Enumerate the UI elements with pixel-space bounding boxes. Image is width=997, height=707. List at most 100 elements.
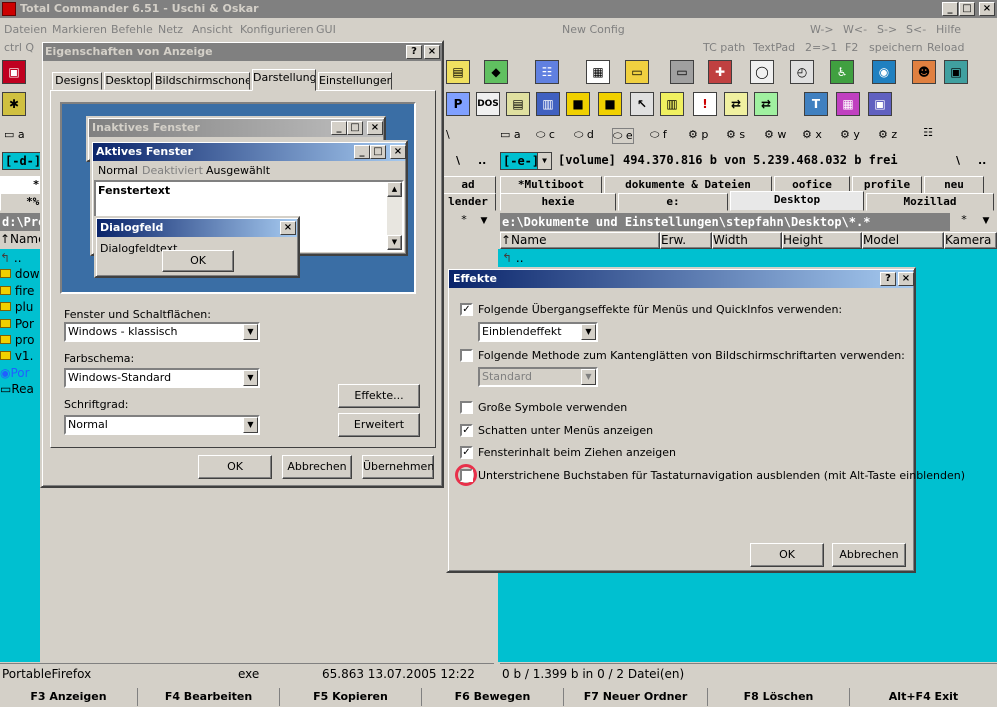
floppy-icon[interactable]: ▣	[2, 60, 26, 84]
list-item[interactable]: dow	[0, 266, 40, 282]
pro-icon[interactable]: P	[446, 92, 470, 116]
menu-item-speichern[interactable]: speichern	[869, 41, 923, 54]
menu-item-dateien[interactable]: Dateien	[4, 23, 47, 36]
drag-content-checkbox[interactable]: ✓	[460, 446, 473, 459]
windows-style-select[interactable]: Windows - klassisch ▼	[64, 322, 260, 342]
apply-button[interactable]: Übernehmen	[362, 455, 434, 479]
menu-item-ansicht[interactable]: Ansicht	[192, 23, 233, 36]
drive-a[interactable]: ▭ a	[500, 128, 521, 141]
menu-item-f2[interactable]: F2	[845, 41, 858, 54]
menu-item-konfigurieren[interactable]: Konfigurieren	[240, 23, 314, 36]
tab-settings[interactable]: Einstellungen	[318, 72, 392, 90]
sync-icon[interactable]: ⇄	[724, 92, 748, 116]
menu-item-2to1[interactable]: 2=>1	[805, 41, 837, 54]
menu-item-netz[interactable]: Netz	[158, 23, 183, 36]
col-model[interactable]: Model	[862, 232, 944, 249]
drive-e[interactable]: ⬭ e	[612, 128, 634, 144]
tab-desktop[interactable]: Desktop	[104, 72, 152, 90]
computer-icon[interactable]: ▭	[670, 60, 694, 84]
col-name[interactable]: ↑Name	[500, 232, 660, 249]
menu-item-befehle[interactable]: Befehle	[111, 23, 153, 36]
f7-new-folder-button[interactable]: F7 Neuer Ordner	[564, 688, 708, 706]
f3-view-button[interactable]: F3 Anzeigen	[0, 688, 138, 706]
tools-icon[interactable]: ✚	[708, 60, 732, 84]
right-tab-neu[interactable]: neu	[924, 176, 984, 194]
col-kamera[interactable]: Kamera	[944, 232, 997, 249]
font-smoothing-checkbox[interactable]	[460, 349, 473, 362]
right-drive-combo[interactable]: [-e-] ▼	[500, 152, 552, 170]
cube-icon[interactable]: ■	[566, 92, 590, 116]
printer-icon[interactable]: ▤	[506, 92, 530, 116]
color-scheme-select[interactable]: Windows-Standard ▼	[64, 368, 260, 388]
hide-underline-checkbox[interactable]	[460, 469, 473, 482]
f8-delete-button[interactable]: F8 Löschen	[708, 688, 850, 706]
dos-icon[interactable]: DOS	[476, 92, 500, 116]
left-filter-button[interactable]: *	[456, 213, 472, 230]
right-tab-e[interactable]: e:	[618, 193, 728, 211]
right-tab-mozillad[interactable]: Mozillad	[866, 193, 994, 211]
list-item[interactable]: ▭Rea	[0, 381, 40, 397]
right-parent-button[interactable]: ..	[978, 152, 994, 170]
drive-w[interactable]: ⚙ w	[764, 128, 786, 141]
toolbar-icon-1[interactable]: ▤	[446, 60, 470, 84]
globe-icon[interactable]: ◉	[872, 60, 896, 84]
col-height[interactable]: Height	[782, 232, 862, 249]
drive-z[interactable]: ⚙ z	[878, 128, 897, 141]
menu-item-s-back[interactable]: S<-	[906, 23, 926, 36]
right-tab-desktop[interactable]: Desktop	[730, 191, 864, 211]
left-column-header[interactable]: ↑Name	[0, 232, 40, 248]
right-tab-hexie[interactable]: hexie	[500, 193, 616, 211]
menu-item-reload[interactable]: Reload	[927, 41, 964, 54]
right-up-item[interactable]: ↰ ..	[502, 251, 524, 265]
backslash-left[interactable]: \	[446, 128, 450, 141]
left-history-button[interactable]: ▼	[476, 213, 492, 230]
list-item[interactable]: Por	[0, 316, 40, 332]
monitor-icon[interactable]: ▣	[944, 60, 968, 84]
left-parent-button[interactable]: ..	[478, 152, 494, 170]
save-icon[interactable]: ▥	[660, 92, 684, 116]
arrow-icon[interactable]: ↖	[630, 92, 654, 116]
list-item[interactable]: v1.	[0, 348, 40, 364]
list-item[interactable]: fire	[0, 283, 40, 299]
advanced-button[interactable]: Erweitert	[338, 413, 420, 437]
editor-icon[interactable]: ▦	[836, 92, 860, 116]
close-button[interactable]: ×	[979, 2, 995, 16]
drive-c[interactable]: ⬭ c	[536, 128, 555, 142]
right-tab-ad[interactable]: ad	[440, 176, 496, 194]
help-button[interactable]: ?	[406, 45, 422, 59]
chart-icon[interactable]: ▥	[536, 92, 560, 116]
cube2-icon[interactable]: ■	[598, 92, 622, 116]
maximize-button[interactable]: □	[959, 2, 975, 16]
list-item[interactable]: pro	[0, 332, 40, 348]
minimize-button[interactable]: _	[942, 2, 958, 16]
f4-edit-button[interactable]: F4 Bearbeiten	[138, 688, 280, 706]
gear-icon[interactable]: ✱	[2, 92, 26, 116]
transition-effect-select[interactable]: Einblendeffekt ▼	[478, 322, 598, 342]
right-tab-lender[interactable]: lender	[440, 193, 496, 211]
menu-item-new-config[interactable]: New Config	[562, 23, 625, 36]
large-icons-checkbox[interactable]	[460, 401, 473, 414]
folder-icon[interactable]: ▭	[625, 60, 649, 84]
list-item[interactable]: ↰ ..	[0, 250, 40, 266]
left-drive-a[interactable]: ▭ a	[4, 128, 25, 141]
drive-p[interactable]: ⚙ p	[688, 128, 708, 141]
network-drive-icon[interactable]: ☷	[918, 124, 938, 144]
menu-item-textpad[interactable]: TextPad	[753, 41, 795, 54]
menu-item-markieren[interactable]: Markieren	[52, 23, 107, 36]
users-icon[interactable]: ☻	[912, 60, 936, 84]
effects-help-button[interactable]: ?	[880, 272, 896, 286]
effects-close-button[interactable]: ×	[898, 272, 914, 286]
menu-shadow-checkbox[interactable]: ✓	[460, 424, 473, 437]
alert-icon[interactable]: !	[693, 92, 717, 116]
menu-item-ctrl-q[interactable]: ctrl Q	[4, 41, 34, 54]
col-ext[interactable]: Erw.	[660, 232, 712, 249]
effects-ok-button[interactable]: OK	[750, 543, 824, 567]
menu-item-w-back[interactable]: W<-	[843, 23, 867, 36]
list-item[interactable]: ◉Por	[0, 365, 40, 381]
cancel-button[interactable]: Abbrechen	[282, 455, 352, 479]
menu-item-s-fwd[interactable]: S->	[877, 23, 897, 36]
tab-designs[interactable]: Designs	[52, 72, 102, 90]
tab-screensaver[interactable]: Bildschirmschoner	[154, 72, 250, 90]
effects-button[interactable]: Effekte...	[338, 384, 420, 408]
alt-f4-exit-button[interactable]: Alt+F4 Exit	[850, 688, 997, 706]
